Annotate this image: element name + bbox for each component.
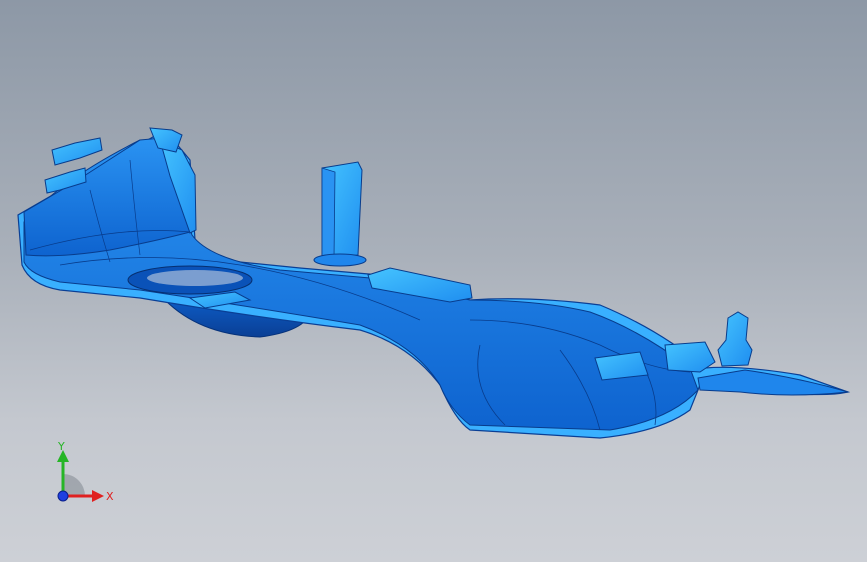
tall-post-face [321, 167, 336, 261]
right-boss [664, 341, 716, 373]
coordinate-triad: Y X [57, 440, 114, 503]
y-axis-label: Y [57, 440, 65, 453]
x-axis-label: X [106, 490, 114, 503]
graphics-viewport[interactable]: Y X [0, 0, 867, 562]
oval-cutout-inner [147, 270, 243, 286]
x-axis-arrow [92, 490, 104, 502]
left-clip-1 [51, 137, 103, 166]
3d-part-model[interactable] [0, 0, 867, 562]
push-pin [717, 311, 753, 367]
z-axis-origin [57, 490, 69, 502]
post-base [313, 253, 367, 267]
